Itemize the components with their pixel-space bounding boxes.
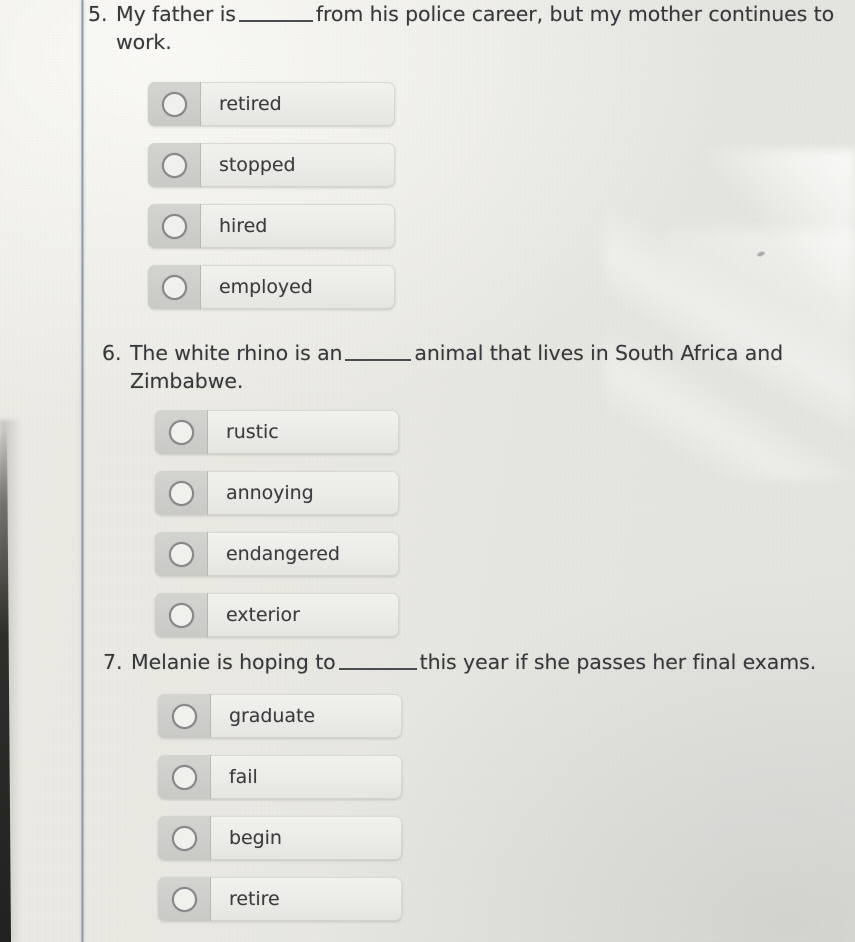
option-exterior-radio-cell[interactable] [155, 593, 208, 637]
option-graduate-radio-cell[interactable] [158, 694, 211, 738]
radio-button-icon[interactable] [171, 764, 197, 790]
option-endangered-radio-cell[interactable] [155, 532, 208, 576]
option-exterior[interactable]: exterior [155, 593, 399, 637]
radio-button-icon[interactable] [171, 825, 197, 851]
worksheet-content: 5. My father is from his police career, bu… [0, 0, 855, 942]
radio-button-icon[interactable] [168, 480, 194, 506]
radio-button-icon[interactable] [161, 213, 187, 239]
option-rustic-label: rustic [226, 421, 279, 443]
question-6-stem-before: The white rhino is an [130, 341, 343, 365]
option-employed-radio-cell[interactable] [148, 265, 201, 309]
worksheet-photo-page: 5. My father is from his police career, bu… [0, 0, 855, 942]
option-retire[interactable]: retire [158, 877, 402, 921]
question-5-text: 5. My father is from his police career, bu… [88, 0, 855, 56]
question-5-blank [238, 20, 313, 22]
radio-button-icon[interactable] [171, 703, 197, 729]
option-fail-radio-cell[interactable] [158, 755, 211, 799]
question-7: 7. Melanie is hoping to this year if she p… [103, 648, 831, 676]
question-6: 6. The white rhino is an animal that lives… [102, 339, 830, 395]
option-employed[interactable]: employed [148, 265, 395, 309]
option-hired-label: hired [219, 215, 268, 237]
radio-button-icon[interactable] [168, 541, 194, 567]
question-5-options: retired stopped hired employed [148, 82, 395, 326]
question-7-stem-after: this year if she passes her final exams. [419, 650, 817, 674]
question-7-stem-before: Melanie is hoping to [131, 650, 336, 674]
option-exterior-label: exterior [226, 604, 300, 626]
radio-button-icon[interactable] [161, 274, 187, 300]
question-6-options: rustic annoying endangered exterior [155, 410, 399, 654]
option-graduate-label: graduate [229, 705, 315, 727]
radio-button-icon[interactable] [168, 602, 194, 628]
option-employed-label: employed [219, 276, 313, 298]
question-5-stem-before: My father is [116, 2, 236, 26]
option-fail-label: fail [229, 766, 258, 788]
option-graduate[interactable]: graduate [158, 694, 402, 738]
option-begin-label: begin [229, 827, 282, 849]
radio-button-icon[interactable] [171, 886, 197, 912]
option-stopped[interactable]: stopped [148, 143, 395, 187]
option-rustic[interactable]: rustic [155, 410, 399, 454]
option-stopped-radio-cell[interactable] [148, 143, 201, 187]
question-5-number: 5. [88, 2, 108, 26]
radio-button-icon[interactable] [161, 91, 187, 117]
option-begin[interactable]: begin [158, 816, 402, 860]
question-6-blank [345, 359, 412, 361]
option-rustic-radio-cell[interactable] [155, 410, 208, 454]
option-retired-label: retired [219, 93, 282, 115]
question-5: 5. My father is from his police career, bu… [88, 0, 855, 56]
option-stopped-label: stopped [219, 154, 296, 176]
option-annoying[interactable]: annoying [155, 471, 399, 515]
option-hired-radio-cell[interactable] [148, 204, 201, 248]
question-7-blank [338, 668, 417, 670]
option-endangered[interactable]: endangered [155, 532, 399, 576]
option-hired[interactable]: hired [148, 204, 395, 248]
option-retire-radio-cell[interactable] [158, 877, 211, 921]
question-7-text: 7. Melanie is hoping to this year if she p… [103, 648, 831, 676]
radio-button-icon[interactable] [168, 419, 194, 445]
option-retire-label: retire [229, 888, 280, 910]
question-6-number: 6. [102, 341, 122, 365]
option-retired[interactable]: retired [148, 82, 395, 126]
option-retired-radio-cell[interactable] [148, 82, 201, 126]
option-endangered-label: endangered [226, 543, 340, 565]
option-fail[interactable]: fail [158, 755, 402, 799]
radio-button-icon[interactable] [161, 152, 187, 178]
question-6-text: 6. The white rhino is an animal that lives… [102, 339, 830, 395]
option-annoying-radio-cell[interactable] [155, 471, 208, 515]
question-7-number: 7. [103, 650, 123, 674]
option-begin-radio-cell[interactable] [158, 816, 211, 860]
option-annoying-label: annoying [226, 482, 314, 504]
question-7-options: graduate fail begin retire [158, 694, 402, 938]
